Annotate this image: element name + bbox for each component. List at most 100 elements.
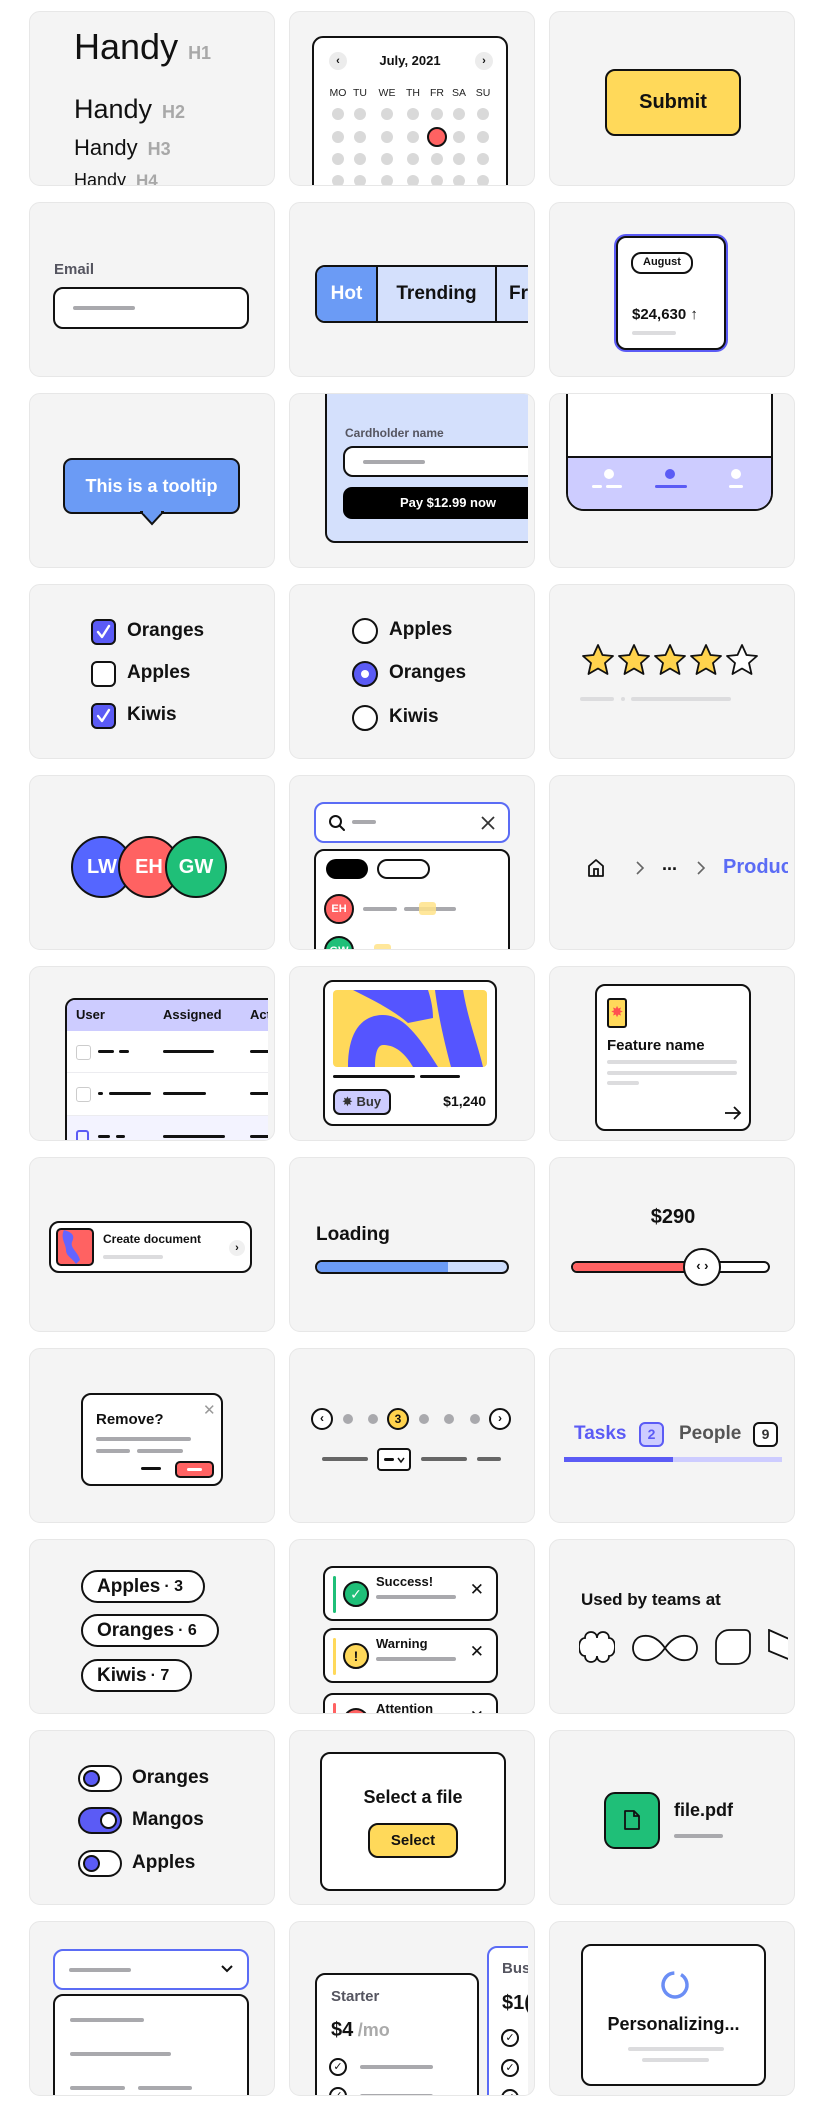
tab-trending[interactable]: Trending <box>378 267 497 321</box>
toggle-switch[interactable] <box>78 1850 122 1877</box>
calendar-day[interactable] <box>354 175 366 185</box>
calendar-day[interactable] <box>407 153 419 165</box>
buy-button[interactable]: ✸ Buy <box>333 1089 391 1115</box>
page-size-select[interactable] <box>377 1448 411 1471</box>
star-filled-icon[interactable] <box>688 642 724 678</box>
calendar-day[interactable] <box>477 153 489 165</box>
calendar-day[interactable] <box>332 153 344 165</box>
row-checkbox-checked[interactable] <box>76 1130 89 1140</box>
tab-fr[interactable]: Fr <box>497 267 528 321</box>
tag-chip[interactable]: Kiwis · 7 <box>81 1659 192 1692</box>
close-icon[interactable] <box>481 816 495 830</box>
nav-item-2-active[interactable] <box>653 469 687 493</box>
close-icon[interactable]: ✕ <box>203 1401 216 1419</box>
calendar-day[interactable] <box>407 175 419 185</box>
star-rating[interactable] <box>580 642 765 678</box>
product-card[interactable]: ✸ Buy $1,240 <box>323 980 497 1126</box>
star-filled-icon[interactable] <box>616 642 652 678</box>
chevron-left-icon[interactable]: ‹ <box>311 1408 333 1430</box>
calendar-day[interactable] <box>477 108 489 120</box>
checkbox[interactable] <box>91 703 116 729</box>
radio-button[interactable] <box>352 661 378 687</box>
checkbox[interactable] <box>91 661 116 687</box>
slider-handle[interactable]: ‹ › <box>683 1248 722 1286</box>
calendar-day[interactable] <box>407 108 419 120</box>
calendar-day[interactable] <box>453 153 465 165</box>
calendar-day[interactable] <box>477 131 489 143</box>
close-icon[interactable]: ✕ <box>470 1580 484 1600</box>
tab-tasks[interactable]: Tasks <box>574 1423 626 1445</box>
remove-button[interactable] <box>175 1461 214 1478</box>
plan-business[interactable]: Bus $1( ✓ ✓ ✓ <box>487 1946 528 2095</box>
calendar-day[interactable] <box>381 175 393 185</box>
page-dot[interactable] <box>419 1414 429 1424</box>
chevron-right-icon[interactable]: › <box>475 52 493 70</box>
plan-starter[interactable]: Starter $4 /mo ✓ ✓ <box>315 1973 479 2095</box>
calendar-day[interactable] <box>431 108 443 120</box>
page-dot[interactable] <box>368 1414 378 1424</box>
nav-item-3[interactable] <box>728 469 748 493</box>
dropdown-option[interactable] <box>70 2052 171 2056</box>
radio-button[interactable] <box>352 705 378 731</box>
avatar[interactable]: GW <box>165 836 227 898</box>
calendar-day[interactable] <box>354 108 366 120</box>
calendar-day[interactable] <box>453 131 465 143</box>
email-input[interactable] <box>53 287 249 329</box>
page-dot[interactable] <box>470 1414 480 1424</box>
tab-hot[interactable]: Hot <box>317 267 378 321</box>
calendar-day[interactable] <box>381 108 393 120</box>
arrow-right-icon[interactable] <box>724 1106 742 1120</box>
nav-item-1[interactable] <box>592 469 626 493</box>
row-checkbox[interactable] <box>76 1087 91 1102</box>
table-row[interactable] <box>67 1073 268 1116</box>
star-filled-icon[interactable] <box>580 642 616 678</box>
calendar-day-selected[interactable] <box>427 127 447 147</box>
cancel-button[interactable] <box>141 1467 161 1470</box>
search-input[interactable] <box>314 802 510 843</box>
cardholder-input[interactable] <box>343 446 528 477</box>
filter-chip-active[interactable] <box>326 859 368 879</box>
checkbox[interactable] <box>91 619 116 645</box>
page-dot[interactable] <box>444 1414 454 1424</box>
submit-button[interactable]: Submit <box>605 69 741 136</box>
star-empty-icon[interactable] <box>724 642 760 678</box>
slider-track[interactable] <box>571 1261 770 1273</box>
search-result-item[interactable]: GW <box>316 935 508 949</box>
page-dot[interactable] <box>343 1414 353 1424</box>
calendar-day[interactable] <box>381 131 393 143</box>
toggle-switch[interactable] <box>78 1807 122 1834</box>
calendar-day[interactable] <box>477 175 489 185</box>
file-dropzone[interactable]: Select a file Select <box>320 1752 506 1891</box>
feature-card[interactable]: ✸ Feature name <box>595 984 751 1131</box>
close-icon[interactable]: ✕ <box>470 1642 484 1662</box>
dropdown-option[interactable] <box>70 2018 144 2022</box>
tag-chip[interactable]: Apples · 3 <box>81 1570 205 1603</box>
toggle-switch[interactable] <box>78 1765 122 1792</box>
home-icon[interactable] <box>587 858 605 878</box>
breadcrumb-ellipsis[interactable]: ... <box>662 854 677 875</box>
stat-card[interactable]: August $24,630 ↑ <box>616 236 726 350</box>
page-current[interactable]: 3 <box>387 1408 409 1430</box>
tab-people[interactable]: People <box>679 1423 741 1445</box>
breadcrumb-current[interactable]: Produc <box>723 856 788 879</box>
close-icon[interactable]: ✕ <box>470 1707 484 1713</box>
pay-button[interactable]: Pay $12.99 now <box>343 487 528 519</box>
calendar-day[interactable] <box>453 175 465 185</box>
calendar-day[interactable] <box>354 153 366 165</box>
radio-button[interactable] <box>352 618 378 644</box>
chevron-right-icon[interactable]: › <box>489 1408 511 1430</box>
dropdown-option[interactable] <box>70 2086 125 2090</box>
search-result-item[interactable]: EH <box>316 893 508 927</box>
table-row[interactable] <box>67 1031 268 1073</box>
create-document-button[interactable]: Create document › <box>49 1221 252 1273</box>
calendar-day[interactable] <box>381 153 393 165</box>
select-file-button[interactable]: Select <box>368 1823 458 1858</box>
tag-chip[interactable]: Oranges · 6 <box>81 1614 219 1647</box>
calendar-day[interactable] <box>354 131 366 143</box>
calendar-day[interactable] <box>407 131 419 143</box>
calendar-day[interactable] <box>431 153 443 165</box>
calendar-day[interactable] <box>332 175 344 185</box>
filter-chip[interactable] <box>377 859 430 879</box>
calendar-day[interactable] <box>431 175 443 185</box>
row-checkbox[interactable] <box>76 1045 91 1060</box>
